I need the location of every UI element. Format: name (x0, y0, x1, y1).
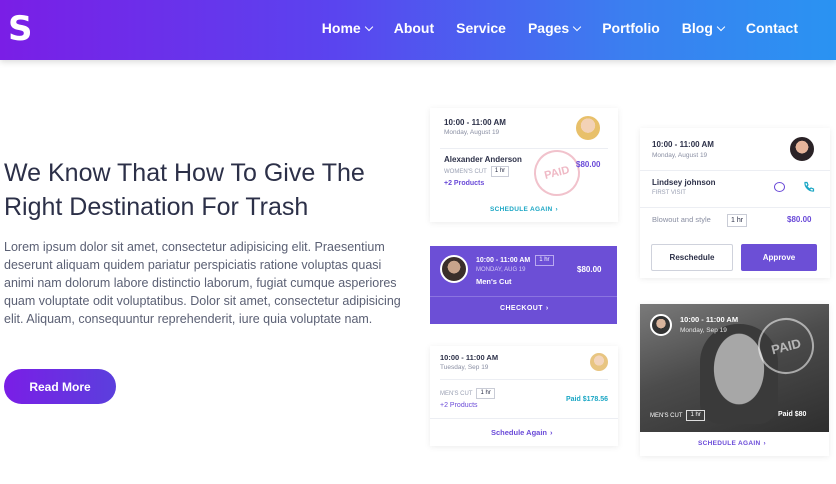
card1-service: WOMEN'S CUT (444, 168, 487, 175)
read-more-button[interactable]: Read More (4, 369, 116, 404)
card5-paid: Paid $80 (778, 411, 807, 418)
appointment-card-3: 10:00 - 11:00 AM Tuesday, Sep 19 MEN'S C… (430, 346, 618, 446)
nav-service[interactable]: Service (456, 20, 506, 36)
card4-approve-label: Approve (762, 253, 796, 262)
card5-schedule-again[interactable]: SCHEDULE AGAIN › (698, 440, 766, 447)
card1-time: 10:00 - 11:00 AM (444, 118, 506, 127)
paid-stamp: PAID (529, 145, 585, 201)
card3-schedule-again[interactable]: Schedule Again › (491, 428, 552, 437)
card5-duration: 1 hr (686, 410, 705, 421)
chat-icon[interactable] (774, 182, 785, 192)
nav-blog-label: Blog (681, 20, 713, 36)
nav-about[interactable]: About (394, 20, 434, 36)
card3-service-row: MEN'S CUT 1 hr (440, 388, 495, 399)
card3-time: 10:00 - 11:00 AM (440, 353, 499, 362)
phone-icon[interactable] (803, 180, 815, 192)
card2-duration: 1 hr (535, 255, 554, 266)
card3-products[interactable]: +2 Products (440, 402, 478, 409)
card3-paid: Paid $178.56 (566, 396, 609, 403)
approve-button[interactable]: Approve (741, 244, 817, 271)
nav-service-label: Service (456, 20, 506, 36)
chevron-right-icon: › (763, 440, 766, 447)
card5-service-row: MEN'S CUT 1 hr (650, 410, 705, 421)
avatar (574, 114, 602, 142)
nav-pages[interactable]: Pages (527, 20, 582, 36)
reschedule-button[interactable]: Reschedule (651, 244, 733, 271)
nav-about-label: About (393, 20, 435, 36)
nav-contact[interactable]: Contact (746, 20, 798, 36)
card4-duration: 1 hr (727, 214, 748, 227)
card4-price: $80.00 (787, 215, 812, 224)
card3-duration: 1 hr (476, 388, 495, 399)
card5-service: MEN'S CUT (650, 412, 683, 419)
chevron-right-icon: › (545, 305, 549, 312)
card4-date: Monday, August 19 (652, 152, 708, 159)
appointment-card-4: 10:00 - 11:00 AM Monday, August 19 Linds… (640, 128, 830, 278)
card1-price: $80.00 (576, 160, 601, 169)
checkout-button[interactable]: CHECKOUT › (500, 305, 548, 312)
appointment-card-2: 10:00 - 11:00 AM 1 hr MONDAY, AUG 19 Men… (430, 246, 617, 324)
card2-time: 10:00 - 11:00 AM (476, 257, 531, 264)
avatar (440, 255, 468, 283)
card1-schedule-again[interactable]: SCHEDULE AGAIN › (490, 206, 558, 213)
card3-action-label: Schedule Again (491, 428, 547, 437)
appointment-card-5: 10:00 - 11:00 AM Monday, Sep 19 PAID MEN… (640, 304, 829, 456)
nav-contact-label: Contact (745, 20, 798, 36)
card1-products[interactable]: +2 Products (444, 180, 484, 187)
chevron-right-icon: › (555, 206, 558, 213)
card2-action: CHECKOUT (500, 305, 543, 312)
card5-action-label: SCHEDULE AGAIN (698, 440, 761, 447)
chevron-down-icon (716, 22, 726, 31)
card2-service: Men's Cut (476, 277, 512, 286)
card5-date: Monday, Sep 19 (680, 327, 727, 334)
avatar (650, 314, 672, 336)
card4-service: Blowout and style (652, 215, 711, 224)
card5-time: 10:00 - 11:00 AM (680, 315, 739, 324)
site-header: S Home About Service Pages Portfolio Blo… (0, 0, 836, 60)
card4-time: 10:00 - 11:00 AM (652, 140, 714, 149)
avatar (588, 351, 610, 373)
card5-stamp-text: PAID (769, 335, 803, 357)
nav-home[interactable]: Home (321, 20, 373, 36)
card2-date: MONDAY, AUG 19 (476, 267, 526, 273)
page: S Home About Service Pages Portfolio Blo… (0, 0, 836, 484)
card2-time-row: 10:00 - 11:00 AM 1 hr (476, 255, 554, 266)
nav-blog[interactable]: Blog (681, 20, 726, 36)
card4-name: Lindsey johnson (652, 178, 716, 187)
card4-reschedule-label: Reschedule (669, 253, 715, 262)
nav-portfolio-label: Portfolio (602, 20, 660, 36)
card2-price: $80.00 (577, 265, 602, 274)
chevron-right-icon: › (549, 428, 553, 437)
appointment-card-1: 10:00 - 11:00 AM Monday, August 19 Alexa… (430, 108, 618, 222)
logo[interactable]: S (8, 12, 38, 46)
card1-service-row: WOMEN'S CUT 1 hr (444, 166, 510, 177)
card1-date: Monday, August 19 (444, 129, 500, 136)
nav-portfolio[interactable]: Portfolio (602, 20, 660, 36)
card1-name: Alexander Anderson (444, 155, 522, 164)
chevron-down-icon (572, 22, 582, 31)
nav-home-label: Home (321, 20, 361, 36)
card3-service: MEN'S CUT (440, 390, 473, 397)
hero-headline: We Know That How To Give The Right Desti… (4, 159, 365, 221)
card4-visit: FIRST VISIT (652, 190, 686, 196)
card1-duration: 1 hr (490, 166, 510, 177)
card1-stamp-text: PAID (543, 164, 571, 182)
main-nav: Home About Service Pages Portfolio Blog … (322, 0, 798, 56)
hero-body: Lorem ipsum dolor sit amet, consectetur … (4, 240, 401, 326)
chevron-down-icon (364, 22, 373, 31)
card1-action-label: SCHEDULE AGAIN (490, 206, 553, 213)
card3-date: Tuesday, Sep 19 (440, 364, 489, 371)
nav-pages-label: Pages (527, 20, 570, 36)
avatar (788, 135, 816, 163)
